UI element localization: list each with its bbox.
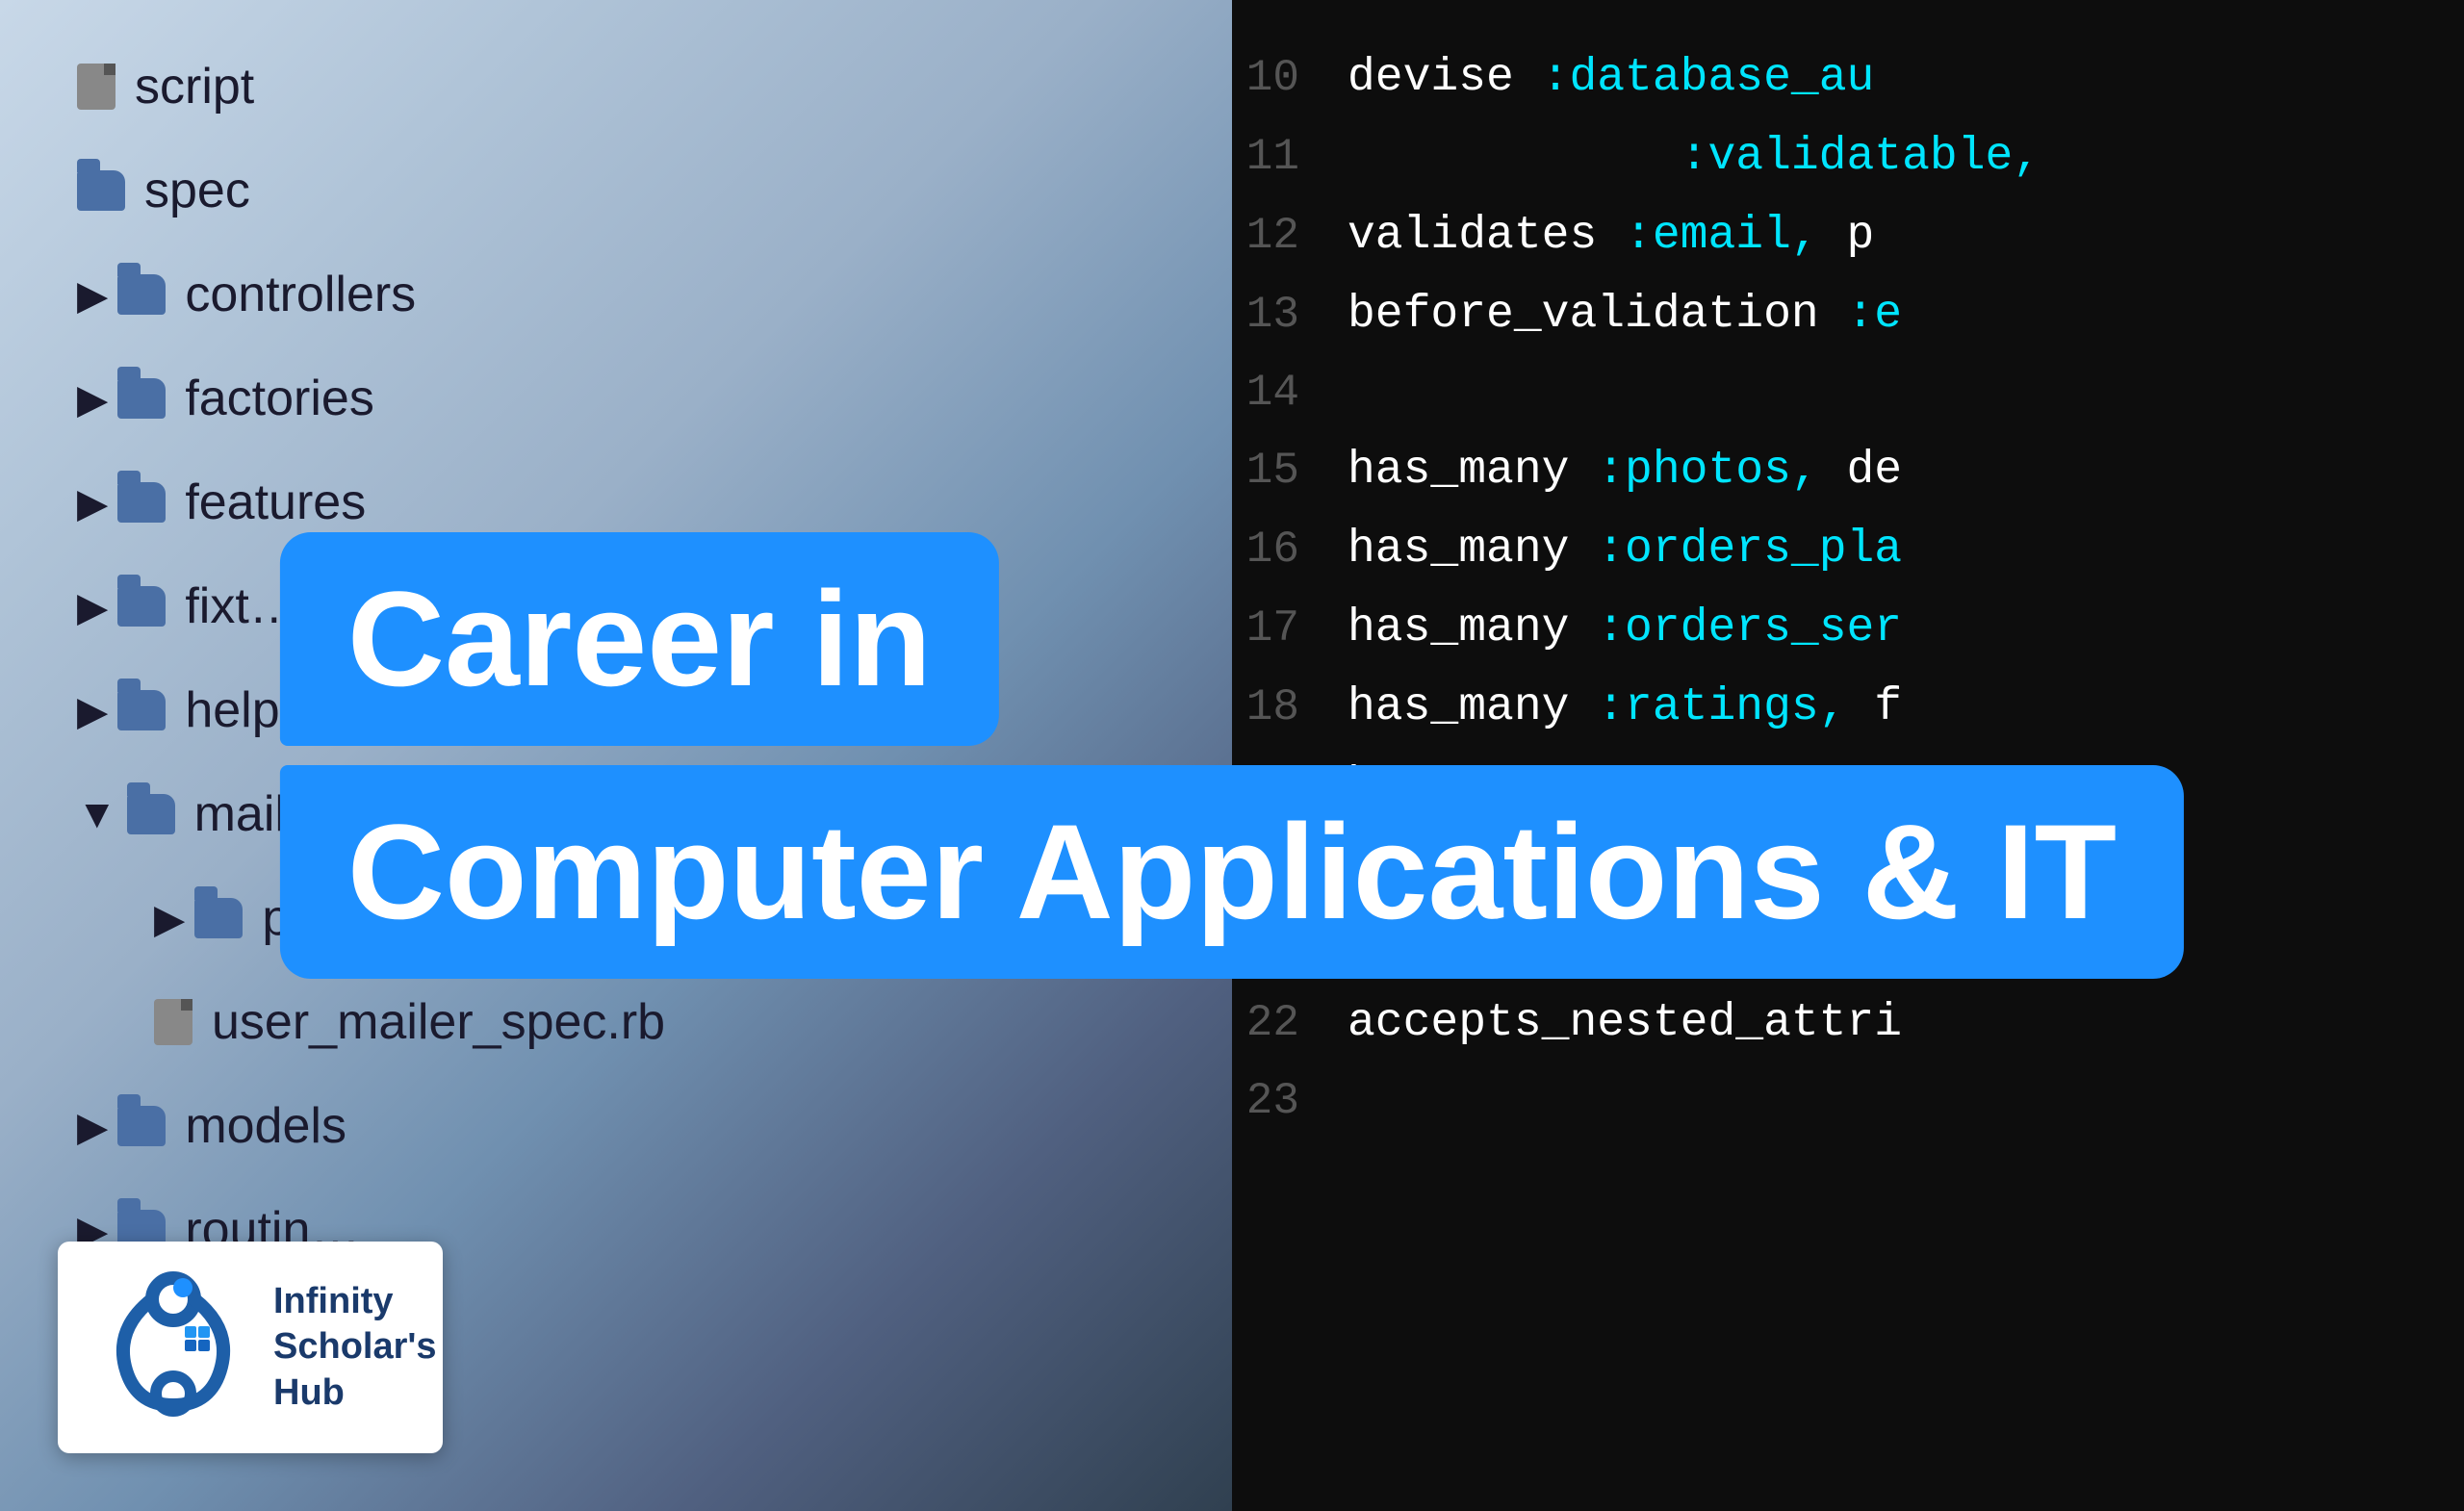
arrow-factories: ▶: [77, 375, 108, 423]
line-code-22: accepts_nested_attri: [1348, 997, 1902, 1049]
file-item-features: ▶ features: [77, 474, 1155, 531]
file-icon-user-mailer: [154, 999, 192, 1045]
line-num-14: 14: [1232, 368, 1348, 418]
line-num-12: 12: [1232, 211, 1348, 261]
arrow-previews: ▶: [154, 895, 185, 942]
code-line-15: 15 has_many :photos, de: [1232, 431, 2464, 510]
line-code-11: :validatable,: [1348, 131, 2040, 183]
logo-icon: [96, 1270, 250, 1424]
line-num-15: 15: [1232, 446, 1348, 496]
folder-icon-models: [117, 1106, 166, 1146]
file-item-spec: spec: [77, 162, 1155, 219]
logo-name-line3: Hub: [273, 1371, 437, 1416]
file-name-user-mailer: user_mailer_spec.rb: [212, 993, 665, 1051]
code-line-11: 11 :validatable,: [1232, 117, 2464, 196]
folder-icon-help: [117, 690, 166, 730]
logo-text: Infinity Scholar's Hub: [273, 1280, 437, 1416]
folder-icon-fixt: [117, 586, 166, 627]
line-num-22: 22: [1232, 998, 1348, 1048]
file-item-script: script: [77, 58, 1155, 115]
title-line1-text: Career in: [347, 563, 932, 714]
title-line2-box: Computer Applications & IT: [280, 765, 2184, 979]
arrow-mailers: ▼: [77, 791, 117, 837]
line-num-13: 13: [1232, 290, 1348, 340]
line-num-10: 10: [1232, 53, 1348, 103]
folder-icon-factories: [117, 378, 166, 419]
file-name-script: script: [135, 58, 254, 115]
code-line-13: 13 before_validation :e: [1232, 275, 2464, 354]
arrow-models: ▶: [77, 1103, 108, 1150]
logo-svg: [96, 1270, 250, 1424]
line-num-23: 23: [1232, 1076, 1348, 1126]
code-line-10: 10 devise :database_au: [1232, 38, 2464, 117]
arrow-features: ▶: [77, 479, 108, 526]
line-code-15: has_many :photos, de: [1348, 445, 1902, 497]
line-code-13: before_validation :e: [1348, 289, 1902, 341]
file-name-factories: factories: [185, 370, 374, 427]
folder-icon-spec: [77, 170, 125, 211]
file-item-factories: ▶ factories: [77, 370, 1155, 427]
code-line-22: 22 accepts_nested_attri: [1232, 984, 2464, 1063]
folder-icon-previews: [194, 898, 243, 938]
file-name-features: features: [185, 474, 366, 531]
arrow-fixt: ▶: [77, 583, 108, 630]
code-line-14: 14: [1232, 354, 2464, 431]
arrow-controllers: ▶: [77, 271, 108, 319]
folder-icon-mailers: [127, 794, 175, 834]
folder-icon-controllers: [117, 274, 166, 315]
folder-icon-features: [117, 482, 166, 523]
file-name-models: models: [185, 1097, 346, 1155]
title-line2-text: Computer Applications & IT: [347, 796, 2117, 947]
line-num-11: 11: [1232, 132, 1348, 182]
file-icon-script: [77, 64, 116, 110]
code-line-23: 23: [1232, 1063, 2464, 1140]
logo-name-line2: Scholar's: [273, 1325, 437, 1370]
title-overlay: Career in Computer Applications & IT: [280, 532, 2184, 979]
logo-box: Infinity Scholar's Hub: [58, 1242, 443, 1453]
title-line1-box: Career in: [280, 532, 999, 746]
line-code-12: validates :email, p: [1348, 210, 1874, 262]
file-item-models: ▶ models: [77, 1097, 1155, 1155]
file-name-spec: spec: [144, 162, 250, 219]
file-item-controllers: ▶ controllers: [77, 266, 1155, 323]
code-line-12: 12 validates :email, p: [1232, 196, 2464, 275]
line-code-10: devise :database_au: [1348, 52, 1874, 104]
logo-name-line1: Infinity: [273, 1280, 437, 1324]
file-item-user-mailer: user_mailer_spec.rb: [77, 993, 1155, 1051]
file-name-controllers: controllers: [185, 266, 416, 323]
arrow-help: ▶: [77, 687, 108, 734]
